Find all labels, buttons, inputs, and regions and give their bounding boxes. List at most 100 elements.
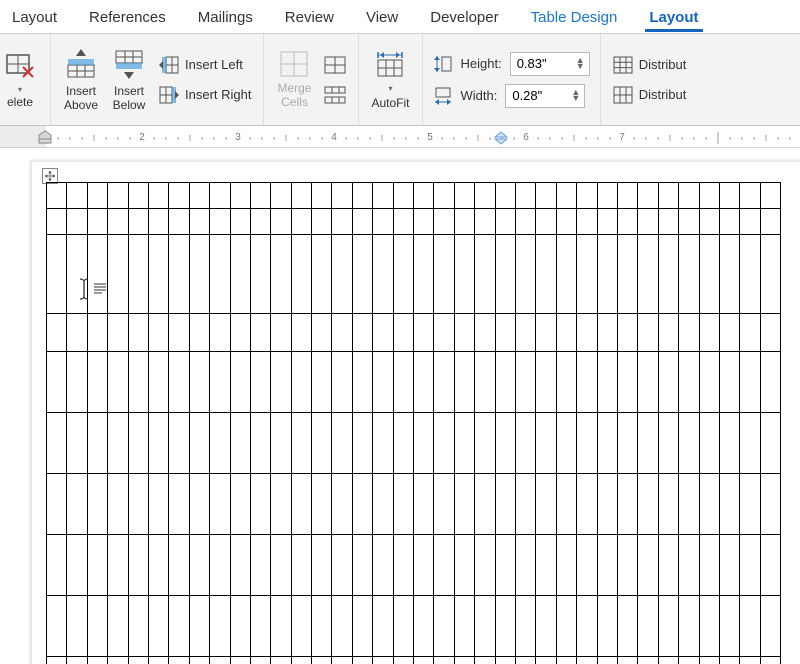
table-cell[interactable] xyxy=(638,183,658,209)
table-cell[interactable] xyxy=(189,413,209,474)
table-cell[interactable] xyxy=(577,314,597,352)
table-cell[interactable] xyxy=(67,352,87,413)
table-cell[interactable] xyxy=(536,535,556,596)
table-cell[interactable] xyxy=(699,352,719,413)
table-cell[interactable] xyxy=(373,352,393,413)
table-cell[interactable] xyxy=(556,314,576,352)
table-cell[interactable] xyxy=(108,535,128,596)
table-cell[interactable] xyxy=(169,183,189,209)
table-cell[interactable] xyxy=(577,352,597,413)
table-cell[interactable] xyxy=(617,657,637,664)
table-cell[interactable] xyxy=(47,413,67,474)
height-value[interactable] xyxy=(517,56,563,71)
table-cell[interactable] xyxy=(87,474,107,535)
table-cell[interactable] xyxy=(291,352,311,413)
table-cell[interactable] xyxy=(617,209,637,235)
table-cell[interactable] xyxy=(210,209,230,235)
table-cell[interactable] xyxy=(148,474,168,535)
table-cell[interactable] xyxy=(414,657,434,664)
table-cell[interactable] xyxy=(148,235,168,314)
table-cell[interactable] xyxy=(210,474,230,535)
table-cell[interactable] xyxy=(108,596,128,657)
table-cell[interactable] xyxy=(434,235,454,314)
table-cell[interactable] xyxy=(515,474,535,535)
table-cell[interactable] xyxy=(434,352,454,413)
table-cell[interactable] xyxy=(210,352,230,413)
table-cell[interactable] xyxy=(210,657,230,664)
table-cell[interactable] xyxy=(128,183,148,209)
table-cell[interactable] xyxy=(373,183,393,209)
table-cell[interactable] xyxy=(658,535,678,596)
table-cell[interactable] xyxy=(515,535,535,596)
table-cell[interactable] xyxy=(352,235,372,314)
table-cell[interactable] xyxy=(393,314,413,352)
table-cell[interactable] xyxy=(740,235,760,314)
table-cell[interactable] xyxy=(230,235,250,314)
table-cell[interactable] xyxy=(475,535,495,596)
table-cell[interactable] xyxy=(536,596,556,657)
table-cell[interactable] xyxy=(658,183,678,209)
table-cell[interactable] xyxy=(414,474,434,535)
table-cell[interactable] xyxy=(536,183,556,209)
width-input[interactable]: ▲▼ xyxy=(505,84,585,108)
table-cell[interactable] xyxy=(740,535,760,596)
table-cell[interactable] xyxy=(597,352,617,413)
table-cell[interactable] xyxy=(577,474,597,535)
table-cell[interactable] xyxy=(699,235,719,314)
table-cell[interactable] xyxy=(87,209,107,235)
table-cell[interactable] xyxy=(373,657,393,664)
table-cell[interactable] xyxy=(210,596,230,657)
table-cell[interactable] xyxy=(760,235,780,314)
table-cell[interactable] xyxy=(434,413,454,474)
table-cell[interactable] xyxy=(434,209,454,235)
table-cell[interactable] xyxy=(414,183,434,209)
table-cell[interactable] xyxy=(638,657,658,664)
table-cell[interactable] xyxy=(373,535,393,596)
table-cell[interactable] xyxy=(250,183,270,209)
table-cell[interactable] xyxy=(128,413,148,474)
table-cell[interactable] xyxy=(271,474,291,535)
table-cell[interactable] xyxy=(577,183,597,209)
document-table[interactable] xyxy=(46,182,781,664)
table-cell[interactable] xyxy=(454,209,474,235)
table-cell[interactable] xyxy=(108,314,128,352)
table-cell[interactable] xyxy=(332,235,352,314)
insert-right-button[interactable]: Insert Right xyxy=(157,84,253,106)
table-cell[interactable] xyxy=(87,183,107,209)
table-cell[interactable] xyxy=(577,596,597,657)
merge-cells-button[interactable]: Merge Cells xyxy=(274,48,314,110)
distribute-cols-button[interactable]: Distribut xyxy=(611,84,689,106)
table-cell[interactable] xyxy=(556,209,576,235)
table-cell[interactable] xyxy=(271,209,291,235)
table-cell[interactable] xyxy=(617,352,637,413)
table-cell[interactable] xyxy=(515,657,535,664)
table-cell[interactable] xyxy=(658,596,678,657)
table-cell[interactable] xyxy=(475,183,495,209)
table-cell[interactable] xyxy=(250,314,270,352)
table-cell[interactable] xyxy=(740,596,760,657)
distribute-rows-button[interactable]: Distribut xyxy=(611,54,689,76)
table-cell[interactable] xyxy=(271,352,291,413)
tab-review[interactable]: Review xyxy=(281,3,338,30)
table-cell[interactable] xyxy=(393,183,413,209)
table-cell[interactable] xyxy=(475,352,495,413)
table-cell[interactable] xyxy=(556,413,576,474)
table-cell[interactable] xyxy=(638,413,658,474)
table-cell[interactable] xyxy=(454,657,474,664)
table-cell[interactable] xyxy=(87,657,107,664)
table-cell[interactable] xyxy=(434,183,454,209)
table-cell[interactable] xyxy=(291,209,311,235)
table-cell[interactable] xyxy=(740,413,760,474)
table-cell[interactable] xyxy=(47,183,67,209)
table-cell[interactable] xyxy=(679,535,699,596)
table-cell[interactable] xyxy=(373,596,393,657)
table-cell[interactable] xyxy=(312,474,332,535)
table-cell[interactable] xyxy=(679,352,699,413)
table-cell[interactable] xyxy=(577,235,597,314)
table-cell[interactable] xyxy=(148,657,168,664)
table-cell[interactable] xyxy=(373,235,393,314)
table-cell[interactable] xyxy=(556,657,576,664)
table-cell[interactable] xyxy=(373,209,393,235)
table-cell[interactable] xyxy=(414,209,434,235)
table-cell[interactable] xyxy=(760,352,780,413)
